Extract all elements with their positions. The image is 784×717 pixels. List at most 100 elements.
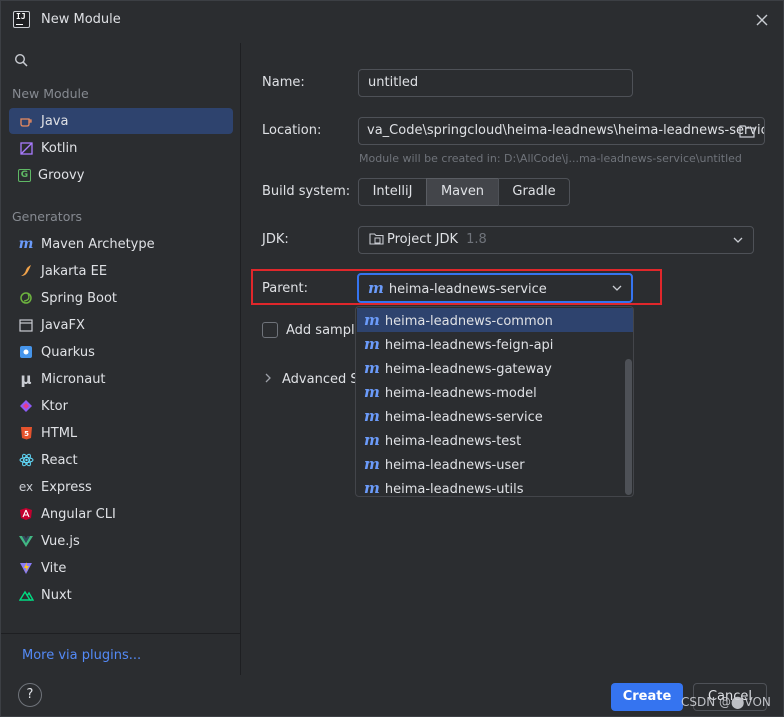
dropdown-option[interactable]: m heima-leadnews-test [357, 428, 633, 452]
sidebar-item-jakarta-ee[interactable]: Jakarta EE [9, 258, 233, 284]
react-icon [18, 452, 34, 468]
sidebar-item-label: Nuxt [41, 587, 72, 603]
dropdown-option[interactable]: m heima-leadnews-feign-api [357, 332, 633, 356]
sidebar-item-javafx[interactable]: JavaFX [9, 312, 233, 338]
dialog-title: New Module [41, 12, 121, 27]
javafx-icon [18, 317, 34, 333]
sidebar: New Module Java Kotlin G Groovy Generato… [1, 43, 241, 675]
dropdown-option-label: heima-leadnews-service [384, 410, 543, 425]
maven-module-icon: m [364, 431, 380, 449]
kotlin-icon [18, 140, 34, 156]
sidebar-item-quarkus[interactable]: Quarkus [9, 339, 233, 365]
sidebar-item-vuejs[interactable]: Vue.js [9, 528, 233, 554]
sidebar-item-label: Vite [41, 560, 67, 576]
sidebar-item-react[interactable]: React [9, 447, 233, 473]
html-icon: 5 [18, 425, 34, 441]
sidebar-item-angular-cli[interactable]: Angular CLI [9, 501, 233, 527]
folder-icon[interactable] [739, 124, 755, 138]
advanced-settings-label[interactable]: Advanced Se [282, 372, 367, 387]
location-label: Location: [262, 123, 322, 138]
parent-dropdown-popup: m heima-leadnews-common m heima-leadnews-f… [355, 306, 634, 497]
dropdown-option[interactable]: m heima-leadnews-common [357, 308, 633, 332]
close-icon [756, 14, 768, 26]
quarkus-icon [18, 344, 34, 360]
maven-module-icon: m [364, 479, 380, 497]
chevron-right-icon[interactable] [264, 373, 272, 386]
parent-label: Parent: [262, 281, 308, 296]
close-button[interactable] [751, 9, 773, 31]
sidebar-item-label: Jakarta EE [41, 263, 108, 279]
sidebar-item-nuxt[interactable]: Nuxt [9, 582, 233, 608]
jdk-label: JDK: [262, 232, 289, 247]
location-hint: Module will be created in: D:\AllCode\j.… [359, 152, 742, 165]
jakarta-icon [18, 263, 34, 279]
maven-module-icon: m [368, 279, 384, 297]
sidebar-item-label: React [41, 452, 78, 468]
vite-icon [18, 560, 34, 576]
sidebar-item-label: Ktor [41, 398, 68, 414]
section-label-new-module: New Module [12, 86, 89, 101]
vue-icon [18, 533, 34, 549]
create-button[interactable]: Create [611, 683, 683, 711]
dropdown-option-label: heima-leadnews-user [384, 458, 525, 473]
maven-icon: m [18, 236, 34, 252]
jdk-folder-icon [369, 233, 384, 245]
ktor-icon [18, 398, 34, 414]
sidebar-item-kotlin[interactable]: Kotlin [9, 135, 233, 161]
build-option-maven[interactable]: Maven [426, 178, 499, 206]
more-plugins-link[interactable]: More via plugins... [22, 648, 141, 663]
parent-value: heima-leadnews-service [388, 282, 547, 297]
location-input[interactable]: va_Code\springcloud\heima-leadnews\heima… [358, 117, 765, 145]
sidebar-item-label: Maven Archetype [41, 236, 155, 252]
sidebar-item-label: Java [41, 113, 69, 129]
angular-icon [18, 506, 34, 522]
sidebar-item-html[interactable]: 5 HTML [9, 420, 233, 446]
maven-module-icon: m [364, 359, 380, 377]
dropdown-option[interactable]: m heima-leadnews-utils [357, 476, 633, 497]
jdk-value: Project JDK [387, 232, 458, 247]
maven-module-icon: m [364, 335, 380, 353]
section-label-generators: Generators [12, 209, 82, 224]
build-option-gradle[interactable]: Gradle [498, 178, 570, 206]
dropdown-option[interactable]: m heima-leadnews-gateway [357, 356, 633, 380]
dropdown-option-label: heima-leadnews-feign-api [384, 338, 554, 353]
maven-module-icon: m [364, 407, 380, 425]
add-sample-checkbox[interactable] [262, 322, 278, 338]
dropdown-option[interactable]: m heima-leadnews-user [357, 452, 633, 476]
sidebar-divider [1, 633, 241, 634]
help-button[interactable]: ? [18, 683, 42, 707]
dropdown-option-label: heima-leadnews-test [384, 434, 522, 449]
sidebar-item-vite[interactable]: Vite [9, 555, 233, 581]
dropdown-option[interactable]: m heima-leadnews-service [357, 404, 633, 428]
express-icon: ex [18, 480, 34, 494]
parent-select[interactable]: m heima-leadnews-service [357, 273, 633, 303]
sidebar-item-ktor[interactable]: Ktor [9, 393, 233, 419]
maven-module-icon: m [364, 455, 380, 473]
dropdown-option[interactable]: m heima-leadnews-model [357, 380, 633, 404]
build-option-intellij[interactable]: IntelliJ [358, 178, 427, 206]
svg-text:5: 5 [24, 430, 29, 438]
sidebar-item-label: HTML [41, 425, 78, 441]
name-input[interactable]: untitled [358, 69, 633, 97]
sidebar-item-java[interactable]: Java [9, 108, 233, 134]
spring-boot-icon [18, 290, 34, 306]
dropdown-option-label: heima-leadnews-utils [384, 482, 524, 497]
sidebar-item-spring-boot[interactable]: Spring Boot [9, 285, 233, 311]
sidebar-item-label: Kotlin [41, 140, 78, 156]
dropdown-scrollbar[interactable] [625, 359, 632, 495]
sidebar-item-label: Micronaut [41, 371, 106, 387]
sidebar-item-label: Groovy [38, 167, 85, 183]
micronaut-icon: μ [20, 370, 32, 388]
sidebar-item-micronaut[interactable]: μ Micronaut [9, 366, 233, 392]
location-value: va_Code\springcloud\heima-leadnews\heima… [367, 123, 765, 138]
maven-module-icon: m [364, 311, 380, 329]
add-sample-label: Add sample [286, 323, 363, 338]
jdk-select[interactable]: Project JDK 1.8 [358, 226, 754, 254]
sidebar-item-maven-archetype[interactable]: m Maven Archetype [9, 231, 233, 257]
sidebar-item-groovy[interactable]: G Groovy [9, 162, 233, 188]
search-icon[interactable] [14, 53, 28, 67]
sidebar-item-express[interactable]: ex Express [9, 474, 233, 500]
java-icon [18, 113, 34, 129]
dropdown-option-label: heima-leadnews-gateway [384, 362, 552, 377]
watermark: CSDN @⬤VON [681, 695, 771, 709]
